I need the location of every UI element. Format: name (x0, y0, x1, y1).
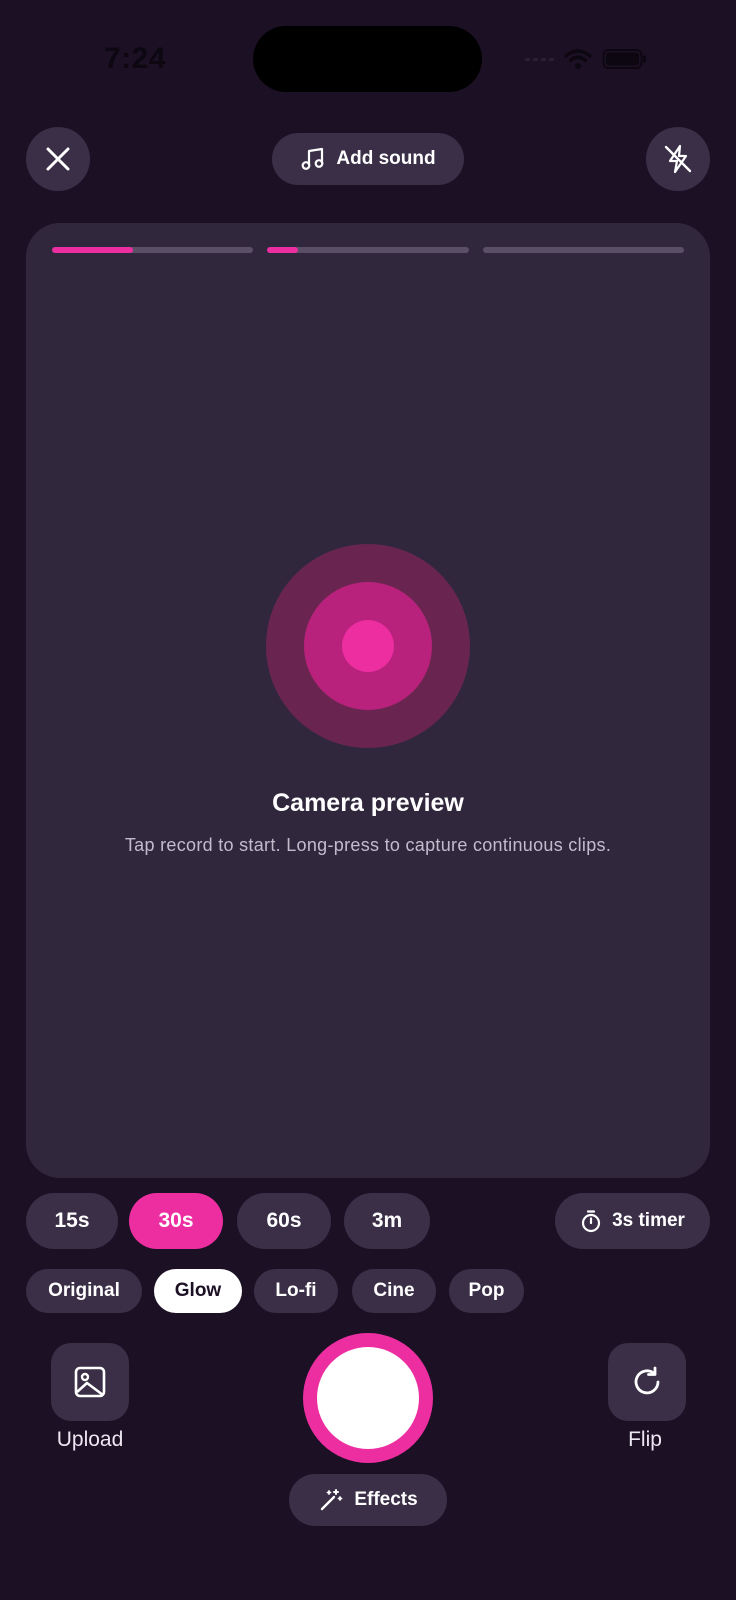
upload-label: Upload (56, 1428, 124, 1451)
progress-fill (52, 247, 133, 253)
filter-pop[interactable]: Pop (449, 1269, 524, 1313)
filter-glow[interactable]: Glow (154, 1269, 242, 1313)
progress-segment (52, 247, 254, 253)
filter-original[interactable]: Original (26, 1269, 142, 1313)
effects-label: Effects (354, 1489, 418, 1510)
stopwatch-icon (581, 1210, 601, 1233)
record-button-core (317, 1347, 419, 1449)
add-sound-label: Add sound (336, 148, 436, 169)
close-icon (46, 147, 70, 171)
camera-preview[interactable]: Camera preview Tap record to start. Long… (26, 223, 710, 1178)
record-button[interactable] (303, 1333, 433, 1463)
wifi-icon (564, 49, 592, 69)
clip-progress (52, 247, 684, 253)
duration-15s[interactable]: 15s (26, 1193, 118, 1249)
progress-segment (482, 247, 684, 253)
timer-button[interactable]: 3s timer (555, 1193, 710, 1249)
duration-60s[interactable]: 60s (237, 1193, 331, 1249)
flash-toggle-button[interactable] (646, 127, 710, 191)
progress-segment (267, 247, 469, 253)
music-note-icon (301, 147, 324, 170)
image-icon (74, 1366, 106, 1398)
progress-fill (267, 247, 298, 253)
preview-pulse-core (342, 620, 394, 672)
upload-button[interactable] (51, 1343, 129, 1421)
preview-subtitle: Tap record to start. Long-press to captu… (124, 835, 612, 855)
battery-icon (602, 49, 646, 69)
refresh-icon (634, 1366, 660, 1395)
dynamic-island (253, 26, 482, 92)
flip-camera-button[interactable] (608, 1343, 686, 1421)
flip-label: Flip (628, 1428, 662, 1451)
duration-3m[interactable]: 3m (344, 1193, 430, 1249)
flash-off-icon (664, 144, 692, 174)
close-button[interactable] (26, 127, 90, 191)
filter-lofi[interactable]: Lo-fi (254, 1269, 338, 1313)
status-time: 7:24 (104, 42, 167, 75)
preview-title: Camera preview (272, 789, 464, 817)
status-indicators (525, 46, 648, 72)
cellular-signal-icon (525, 57, 554, 61)
effects-button[interactable]: Effects (289, 1474, 447, 1526)
filter-cine[interactable]: Cine (352, 1269, 436, 1313)
timer-label: 3s timer (612, 1210, 685, 1231)
duration-30s[interactable]: 30s (129, 1193, 223, 1249)
add-sound-button[interactable]: Add sound (272, 133, 464, 185)
magic-wand-icon (321, 1489, 343, 1511)
